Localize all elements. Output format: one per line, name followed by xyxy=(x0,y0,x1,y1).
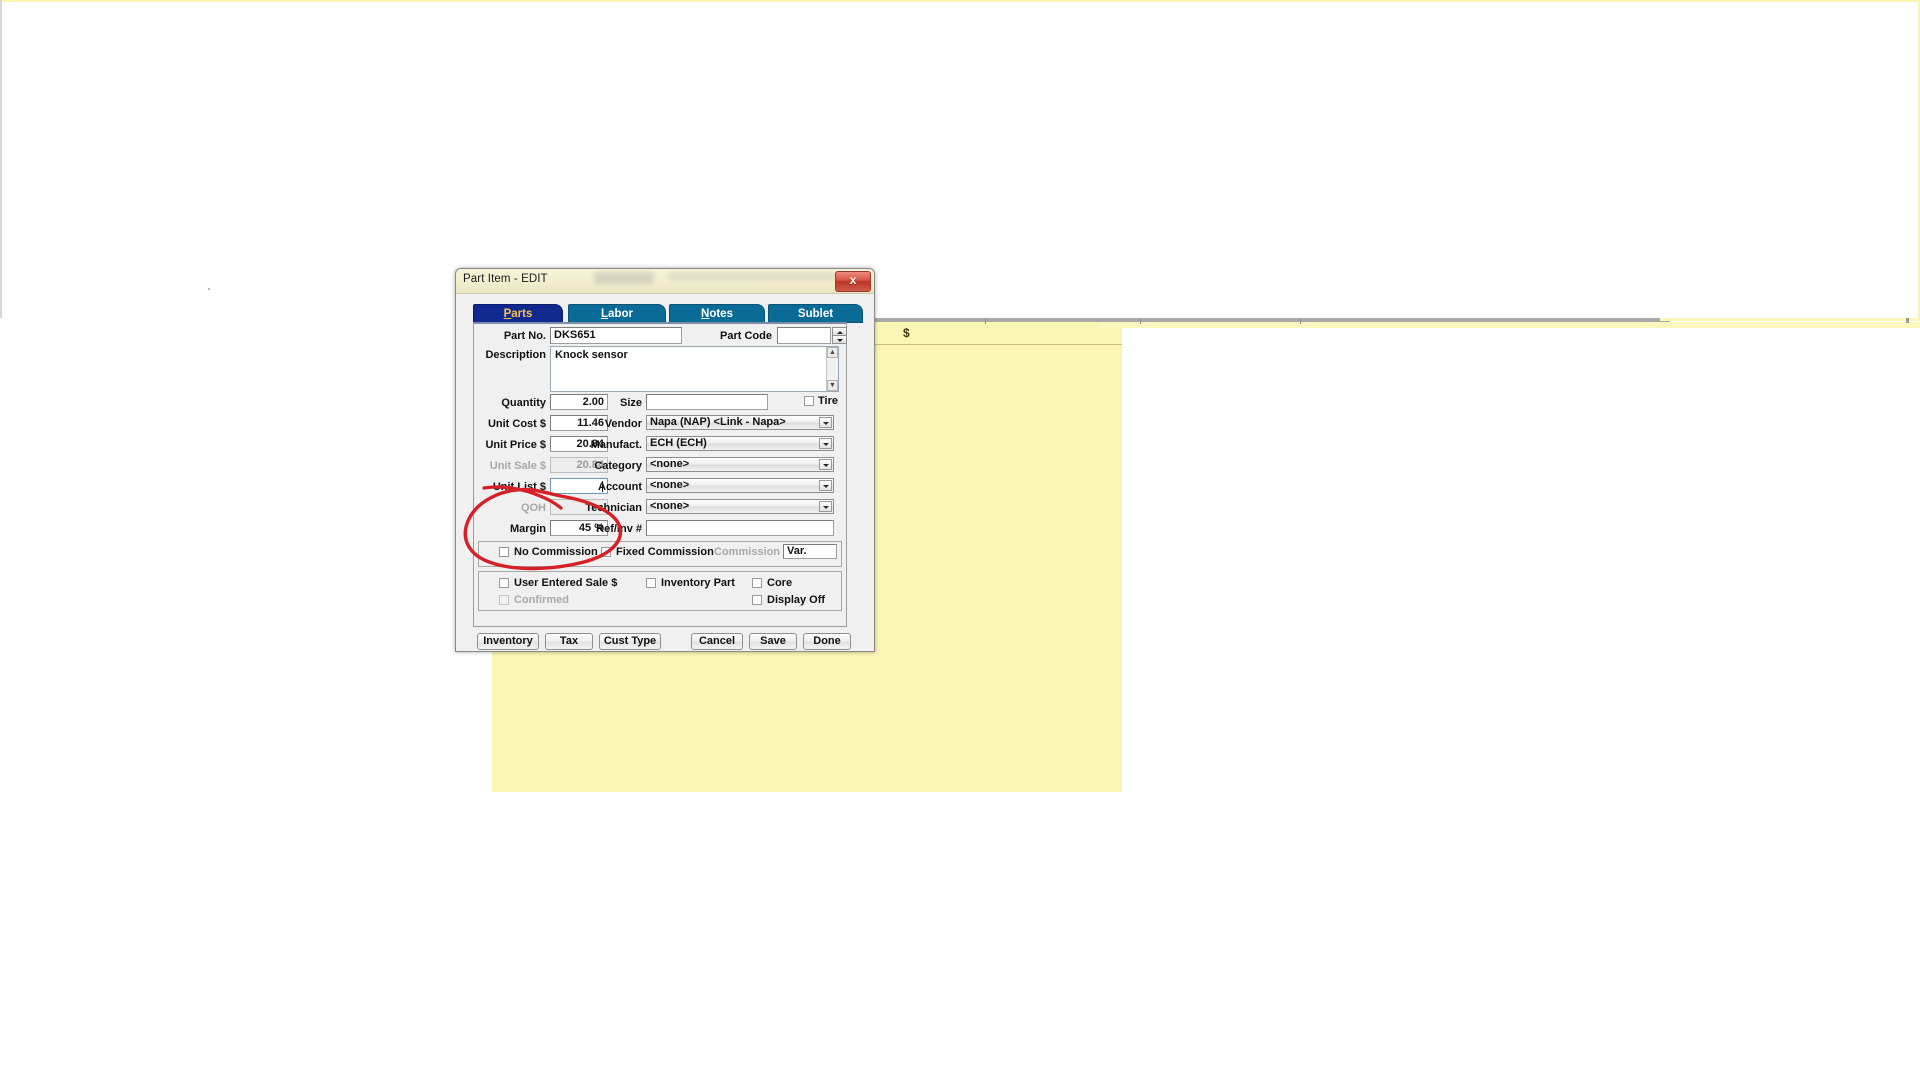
tab-parts-label: arts xyxy=(511,308,533,320)
manufact-dropdown[interactable]: ECH (ECH) xyxy=(646,436,834,451)
background-grid-tick xyxy=(1300,318,1301,324)
fixed-commission-label: Fixed Commission xyxy=(616,546,714,558)
close-button[interactable]: x xyxy=(835,271,871,292)
background-grid-tick xyxy=(985,318,986,324)
dialog-title: Part Item - EDIT xyxy=(463,273,548,285)
tab-labor-label: abor xyxy=(608,308,633,320)
description-textarea[interactable]: Knock sensor ▲ ▼ xyxy=(550,346,839,392)
part-code-input[interactable] xyxy=(777,327,831,344)
technician-label: Technician xyxy=(585,502,642,514)
display-off-checkbox[interactable] xyxy=(752,595,762,605)
part-item-dialog: Part Item - EDIT x Parts Labor Notes Sub… xyxy=(455,268,875,652)
commission-amount-input[interactable]: Var. xyxy=(783,544,837,559)
part-no-input[interactable]: DKS651 xyxy=(550,327,682,344)
tire-checkbox[interactable] xyxy=(804,396,814,406)
tab-notes-label: otes xyxy=(709,308,733,320)
background-sheet-border xyxy=(0,0,1920,318)
background-grid-tick xyxy=(1140,318,1141,324)
done-button[interactable]: Done xyxy=(803,633,851,650)
background-edge-tick xyxy=(1906,318,1909,323)
unit-list-label: Unit List $ xyxy=(492,481,546,493)
margin-label: Margin xyxy=(509,523,546,535)
description-scrollbar[interactable]: ▲ ▼ xyxy=(826,347,838,391)
vendor-dropdown[interactable]: Napa (NAP) <Link - Napa> xyxy=(646,415,834,430)
account-label: Account xyxy=(598,481,642,493)
cancel-button[interactable]: Cancel xyxy=(691,633,743,650)
description-text: Knock sensor xyxy=(555,349,628,361)
tab-notes[interactable]: Notes xyxy=(669,304,765,323)
tab-sublet-label: Sublet xyxy=(797,308,834,320)
scroll-up-icon[interactable]: ▲ xyxy=(827,347,838,358)
screen-root: $ Part Item - EDIT x Parts Labor Notes S… xyxy=(0,0,1920,1080)
fixed-commission-checkbox[interactable] xyxy=(601,547,611,557)
close-icon: x xyxy=(849,273,857,287)
titlebar-blurred-text xyxy=(668,272,838,281)
quantity-label: Quantity xyxy=(501,397,546,409)
no-commission-label: No Commission xyxy=(514,546,598,558)
background-yellow-strip-right xyxy=(1100,322,1920,328)
part-code-stepper[interactable] xyxy=(832,327,847,344)
background-left-rail xyxy=(0,0,2,318)
category-label: Category xyxy=(594,460,642,472)
chevron-down-icon[interactable] xyxy=(819,480,832,491)
tab-labor-accel: L xyxy=(601,308,609,320)
save-button[interactable]: Save xyxy=(749,633,797,650)
commission-amount-label: Commission $ xyxy=(714,546,790,558)
user-entered-sale-label: User Entered Sale $ xyxy=(514,577,618,589)
cust-type-button[interactable]: Cust Type xyxy=(599,633,661,650)
vendor-value: Napa (NAP) <Link - Napa> xyxy=(650,416,786,428)
category-value: <none> xyxy=(650,458,690,470)
core-checkbox[interactable] xyxy=(752,578,762,588)
parts-tab-panel: Part No. DKS651 Part Code Description Kn… xyxy=(473,322,847,627)
account-dropdown[interactable]: <none> xyxy=(646,478,834,493)
qoh-label: QOH xyxy=(520,502,546,514)
unit-sale-label: Unit Sale $ xyxy=(489,460,546,472)
vendor-label: Vendor xyxy=(604,418,642,430)
inventory-part-label: Inventory Part xyxy=(661,577,735,589)
account-value: <none> xyxy=(650,479,690,491)
part-code-label: Part Code xyxy=(720,330,772,342)
tab-labor[interactable]: Labor xyxy=(568,304,666,323)
tax-button[interactable]: Tax xyxy=(545,633,593,650)
inventory-button[interactable]: Inventory xyxy=(477,633,539,650)
unit-cost-label: Unit Cost $ xyxy=(487,418,546,430)
manufact-label: Manufact. xyxy=(590,439,642,451)
tab-strip: Parts Labor Notes Sublet xyxy=(473,304,863,323)
no-commission-checkbox[interactable] xyxy=(499,547,509,557)
tab-sublet[interactable]: Sublet xyxy=(768,304,863,323)
size-input[interactable] xyxy=(646,394,768,410)
background-lower-area xyxy=(0,792,1920,1080)
user-entered-sale-checkbox[interactable] xyxy=(499,578,509,588)
chevron-down-icon[interactable] xyxy=(819,438,832,449)
chevron-down-icon[interactable] xyxy=(819,417,832,428)
category-dropdown[interactable]: <none> xyxy=(646,457,834,472)
size-label: Size xyxy=(619,397,642,409)
refinv-label: Ref/Inv # xyxy=(596,523,642,535)
chevron-down-icon[interactable] xyxy=(819,501,832,512)
description-label: Description xyxy=(485,349,546,361)
dialog-client-area: Parts Labor Notes Sublet Part No. DKS651… xyxy=(456,294,874,651)
background-speck xyxy=(208,288,210,290)
dialog-titlebar[interactable]: Part Item - EDIT x xyxy=(456,269,874,294)
titlebar-blurred-text xyxy=(594,272,654,284)
refinv-input[interactable] xyxy=(646,520,834,536)
stepper-down-icon xyxy=(832,335,847,344)
part-no-label: Part No. xyxy=(503,330,546,342)
manufact-value: ECH (ECH) xyxy=(650,437,707,449)
confirmed-label: Confirmed xyxy=(514,594,569,606)
confirmed-checkbox[interactable] xyxy=(499,595,509,605)
tab-parts[interactable]: Parts xyxy=(473,304,563,323)
scroll-down-icon[interactable]: ▼ xyxy=(827,380,838,391)
background-dollar-marker: $ xyxy=(903,326,910,340)
display-off-label: Display Off xyxy=(767,594,826,606)
inventory-part-checkbox[interactable] xyxy=(646,578,656,588)
technician-value: <none> xyxy=(650,500,690,512)
unit-price-label: Unit Price $ xyxy=(485,439,546,451)
background-toolbar-strip-right xyxy=(1660,318,1920,321)
chevron-down-icon[interactable] xyxy=(819,459,832,470)
core-label: Core xyxy=(767,577,793,589)
technician-dropdown[interactable]: <none> xyxy=(646,499,834,514)
tire-label: Tire xyxy=(818,395,838,407)
